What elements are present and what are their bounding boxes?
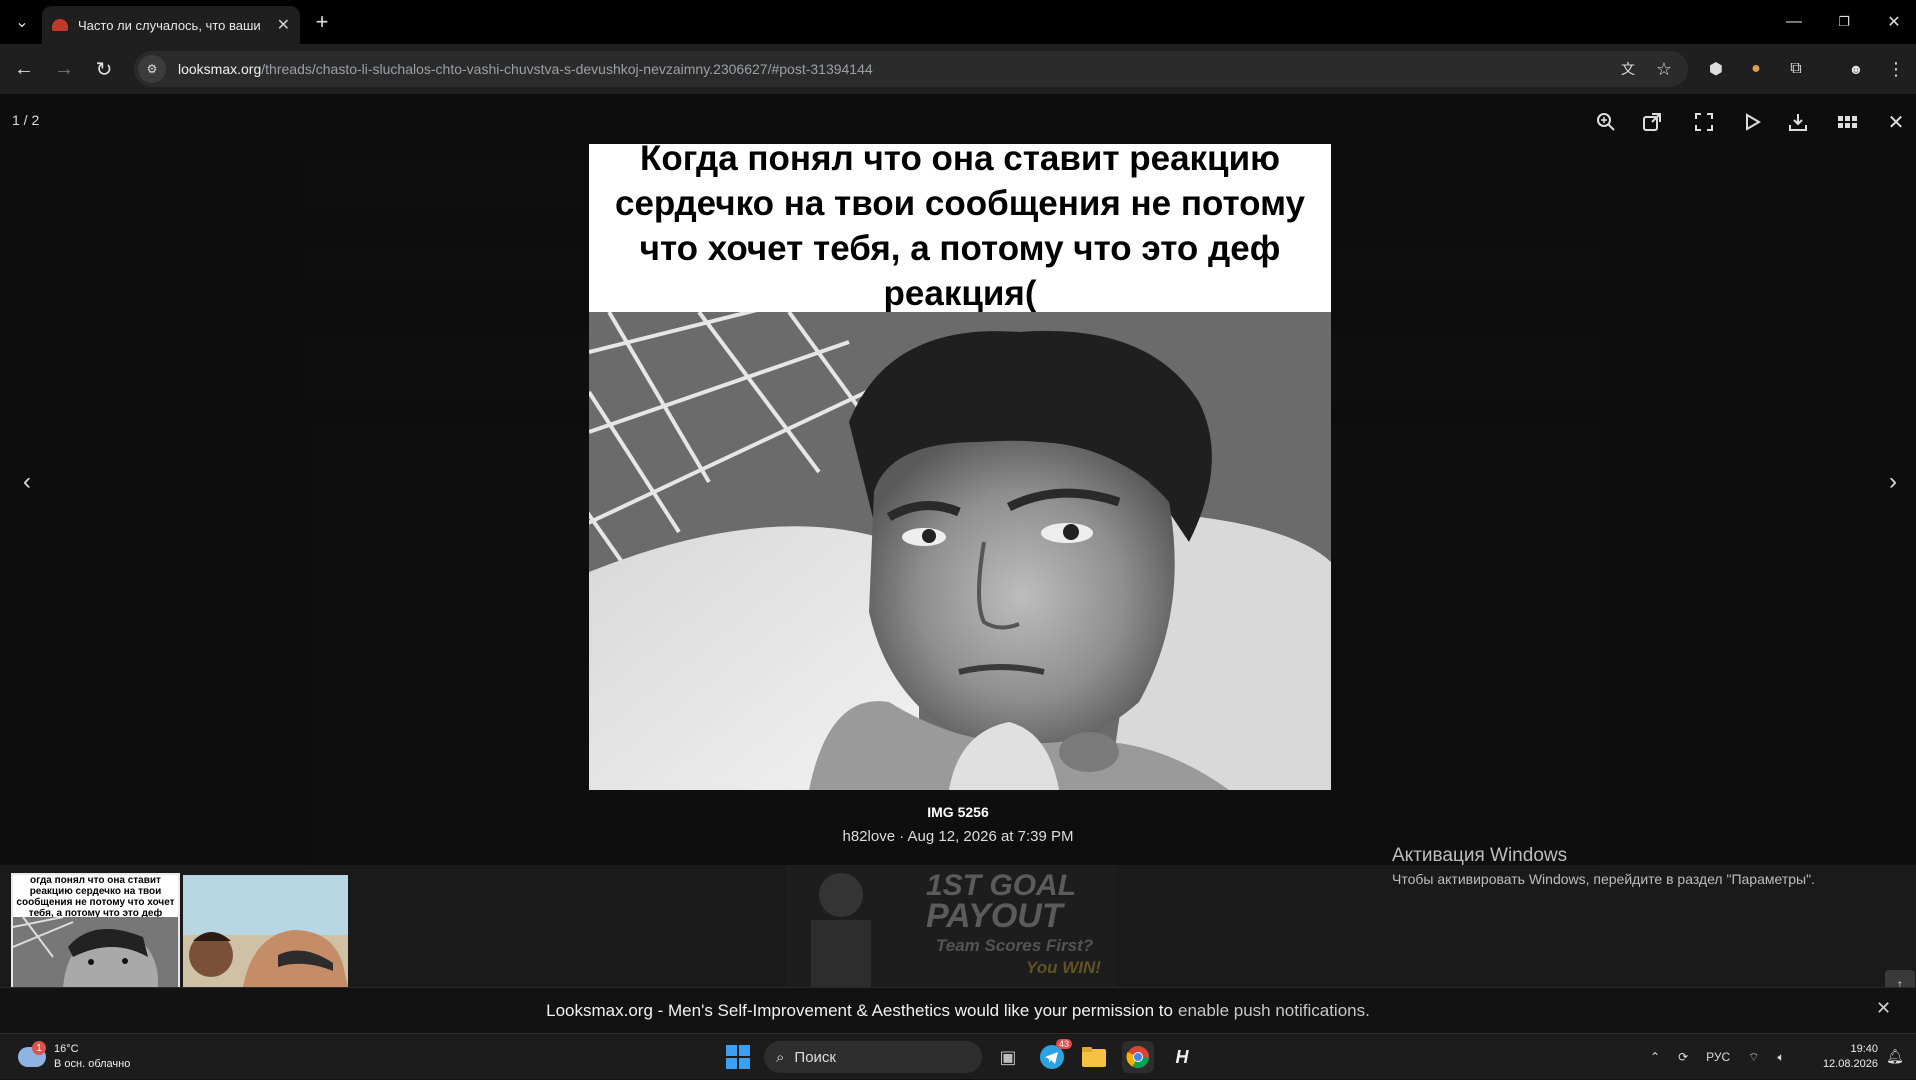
weather-description: В осн. облачно — [54, 1058, 131, 1070]
meme-photo — [589, 312, 1331, 790]
browser-tab-bar: ⌄ Часто ли случалось, что ваши ✕ + — ❐ ✕ — [0, 0, 1916, 44]
thumbnail-1-caption: огда понял что она ставит реакцию сердеч… — [13, 875, 178, 917]
url-text[interactable]: looksmax.org/threads/chasto-li-sluchalos… — [178, 61, 873, 77]
task-view-icon[interactable]: ▣ — [992, 1041, 1024, 1073]
extensions-puzzle-icon[interactable]: ⧉ — [1784, 57, 1808, 81]
windows-activation-watermark: Активация Windows Чтобы активировать Win… — [1392, 845, 1815, 887]
reload-icon[interactable]: ↻ — [92, 57, 116, 81]
chrome-menu-icon[interactable]: ⋮ — [1884, 57, 1908, 81]
temperature: 16°C — [54, 1043, 79, 1055]
minimize-icon[interactable]: — — [1782, 10, 1806, 34]
weather-widget[interactable]: 1 16°C В осн. облачно — [18, 1041, 131, 1072]
chrome-icon[interactable] — [1122, 1041, 1154, 1073]
next-image-icon[interactable]: › — [1878, 464, 1908, 500]
tab-title: Часто ли случалось, что ваши — [78, 17, 261, 33]
close-lightbox-icon[interactable]: ✕ — [1882, 108, 1910, 136]
bookmark-star-icon[interactable]: ☆ — [1652, 57, 1676, 81]
windows-taskbar: 1 16°C В осн. облачно ⌕ Поиск ▣ 43 H ⌃ ⟳… — [0, 1033, 1916, 1079]
extension-cookie-icon[interactable]: ● — [1744, 57, 1768, 81]
ad-line4: You WIN! — [1026, 958, 1101, 977]
close-tab-icon[interactable]: ✕ — [277, 15, 290, 35]
volume-icon[interactable]: 🔈︎ — [1777, 1050, 1784, 1065]
activation-subtext: Чтобы активировать Windows, перейдите в … — [1392, 871, 1815, 887]
translate-icon[interactable]: 文 — [1616, 57, 1640, 81]
thumbnail-1-photo — [13, 917, 178, 987]
image-meta: h82love · Aug 12, 2026 at 7:39 PM — [842, 828, 1074, 845]
thumbnails-grid-icon[interactable] — [1834, 108, 1862, 136]
cloud-icon: 1 — [18, 1041, 46, 1067]
image-counter: 1 / 2 — [12, 112, 40, 128]
tray-overflow-icon[interactable]: ⌃ — [1650, 1050, 1660, 1064]
ad-banner[interactable]: 1ST GOAL PAYOUT Team Scores First? You W… — [786, 865, 1116, 987]
search-placeholder: Поиск — [794, 1048, 836, 1066]
lightbox-image[interactable]: Когда понял что она ставит реакцию серде… — [589, 144, 1331, 790]
address-bar[interactable]: ⚙ looksmax.org/threads/chasto-li-sluchal… — [134, 51, 1688, 87]
open-external-icon[interactable] — [1638, 108, 1666, 136]
start-button[interactable] — [726, 1045, 750, 1069]
download-icon[interactable] — [1784, 108, 1812, 136]
fullscreen-icon[interactable] — [1690, 108, 1718, 136]
push-permission-bar: Looksmax.org - Men's Self-Improvement & … — [0, 987, 1916, 1033]
app-h-icon[interactable]: H — [1166, 1041, 1198, 1073]
browser-tab[interactable]: Часто ли случалось, что ваши ✕ — [42, 6, 300, 44]
taskbar-clock[interactable]: 19:40 12.08.2026 — [1820, 1042, 1878, 1072]
thumbnail-2-photo — [183, 875, 348, 987]
back-icon[interactable]: ← — [12, 57, 36, 81]
ad-line3: Team Scores First? — [936, 936, 1094, 955]
telegram-badge: 43 — [1056, 1039, 1073, 1049]
system-tray: ⌃ ⟳ РУС ⌔ 🔈︎ — [1650, 1034, 1803, 1080]
close-window-icon[interactable]: ✕ — [1882, 10, 1906, 34]
thumbnail-2[interactable] — [183, 875, 348, 987]
site-info-icon[interactable]: ⚙ — [138, 55, 166, 83]
thumbnail-1[interactable]: огда понял что она ставит реакцию сердеч… — [11, 873, 180, 989]
wifi-icon[interactable]: ⌔ — [1748, 1050, 1759, 1065]
input-language[interactable]: РУС — [1706, 1050, 1730, 1064]
enable-push-link[interactable]: enable push notifications. — [1178, 1001, 1370, 1021]
image-title: IMG 5256 — [927, 804, 989, 820]
push-close-icon[interactable]: ✕ — [1876, 998, 1891, 1019]
previous-image-icon[interactable]: ‹ — [12, 464, 42, 500]
search-icon: ⌕ — [776, 1048, 785, 1066]
new-tab-button[interactable]: + — [310, 9, 334, 34]
weather-badge: 1 — [32, 1041, 46, 1055]
restore-icon[interactable]: ❐ — [1832, 10, 1856, 34]
ad-line2: PAYOUT — [926, 897, 1066, 935]
activation-heading: Активация Windows — [1392, 845, 1568, 866]
notification-bell-icon[interactable]: 🔔︎ — [1886, 1048, 1904, 1065]
browser-toolbar: ← → ↻ ⚙ looksmax.org/threads/chasto-li-s… — [0, 44, 1916, 94]
sync-icon[interactable]: ⟳ — [1678, 1050, 1688, 1064]
push-text: Looksmax.org - Men's Self-Improvement & … — [546, 1000, 1173, 1020]
extension-cube-icon[interactable]: ⬢ — [1704, 57, 1728, 81]
site-favicon-icon — [52, 19, 68, 31]
profile-avatar-icon[interactable]: ☻ — [1844, 57, 1868, 81]
url-path: /threads/chasto-li-sluchalos-chto-vashi-… — [261, 61, 873, 77]
url-host: looksmax.org — [178, 61, 262, 77]
file-explorer-icon[interactable] — [1078, 1041, 1110, 1073]
zoom-in-icon[interactable] — [1592, 108, 1620, 136]
meme-caption-text: Когда понял что она ставит реакцию серде… — [615, 144, 1305, 313]
clock-time: 19:40 — [1850, 1043, 1878, 1055]
tab-search-icon[interactable]: ⌄ — [10, 12, 34, 32]
forward-icon[interactable]: → — [52, 57, 76, 81]
taskbar-search[interactable]: ⌕ Поиск — [764, 1041, 982, 1073]
meme-caption: Когда понял что она ставит реакцию серде… — [589, 144, 1331, 313]
slideshow-play-icon[interactable] — [1738, 108, 1766, 136]
clock-date: 12.08.2026 — [1822, 1058, 1878, 1070]
telegram-icon[interactable]: 43 — [1036, 1039, 1073, 1073]
